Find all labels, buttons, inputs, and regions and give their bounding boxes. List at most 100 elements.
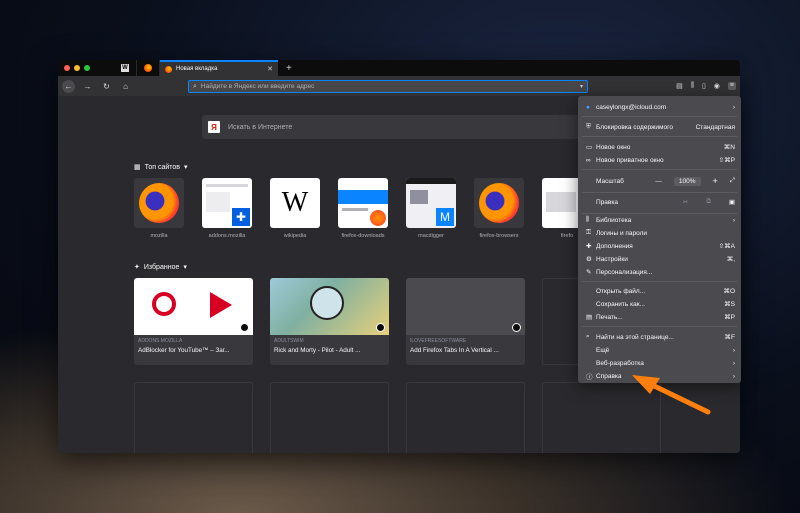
highlight-title: Add Firefox Tabs In A Vertical ... bbox=[410, 347, 499, 354]
menu-item-webdev[interactable]: Веб-разработка › bbox=[578, 357, 741, 369]
menu-item-open-file[interactable]: Открыть файл... ⌘O bbox=[578, 285, 741, 297]
window-controls bbox=[64, 65, 90, 71]
zoom-window-button[interactable] bbox=[84, 65, 90, 71]
top-site-tile[interactable]: M macdigger bbox=[406, 178, 456, 239]
highlight-card[interactable]: ADULTSWIM Rick and Morty - Pilot - Adult… bbox=[270, 278, 389, 365]
zoom-in-button[interactable]: + bbox=[713, 176, 718, 186]
menu-separator bbox=[582, 169, 737, 170]
cartoon-character-image bbox=[310, 286, 344, 320]
menu-item-content-blocking[interactable]: ⛨ Блокировка содержимого Стандартная bbox=[578, 121, 741, 133]
reload-icon: ↻ bbox=[103, 81, 110, 91]
top-site-tile[interactable]: mozilla bbox=[134, 178, 184, 239]
mask-icon: ∞ bbox=[586, 156, 591, 164]
menu-item-logins[interactable]: ⚿ Логины и пароли bbox=[578, 227, 741, 239]
menu-separator bbox=[582, 192, 737, 193]
top-site-label: firefox-browsers bbox=[479, 233, 519, 239]
top-site-tile[interactable]: firefox-downloads bbox=[338, 178, 388, 239]
menu-item-shortcut: ⌘F bbox=[724, 334, 735, 341]
tab-new-tab[interactable]: Новая вкладка ✕ bbox=[160, 60, 278, 76]
top-site-tile[interactable]: firefox-browsers bbox=[474, 178, 524, 239]
zoom-reset-button[interactable]: 100% bbox=[673, 176, 701, 186]
address-bar[interactable]: ⌕ Найдите в Яндекс или введите адрес ▾ bbox=[188, 80, 588, 93]
home-button[interactable]: ⌂ bbox=[119, 80, 132, 93]
toolbar-right: ▤ ⫼ ▯ ◉ ≡ bbox=[676, 82, 736, 90]
menu-separator bbox=[582, 116, 737, 117]
menu-item-label: Новое окно bbox=[596, 143, 631, 151]
highlights-title: Избранное bbox=[143, 263, 180, 271]
menu-item-label: Блокировка содержимого bbox=[596, 123, 673, 131]
reload-button[interactable]: ↻ bbox=[100, 80, 113, 93]
fullscreen-icon[interactable]: ⤢ bbox=[730, 177, 735, 185]
menu-item-library[interactable]: ⫼ Библиотека › bbox=[578, 214, 741, 226]
menu-item-print[interactable]: ▤ Печать... ⌘P bbox=[578, 311, 741, 323]
menu-item-more[interactable]: Ещё › bbox=[578, 344, 741, 356]
new-tab-button[interactable]: + bbox=[286, 63, 292, 74]
highlights-header[interactable]: ✦ Избранное ▾ bbox=[134, 263, 187, 272]
search-icon: ⌕ bbox=[586, 333, 590, 340]
zoom-out-button[interactable]: — bbox=[655, 178, 662, 185]
top-site-label: mozilla bbox=[150, 233, 168, 239]
paste-icon[interactable]: ▣ bbox=[729, 198, 735, 206]
close-window-button[interactable] bbox=[64, 65, 70, 71]
highlight-placeholder bbox=[270, 382, 389, 453]
library-icon[interactable]: ⫼ bbox=[691, 82, 694, 90]
printer-icon: ▤ bbox=[586, 314, 593, 321]
cut-icon[interactable]: ✂ bbox=[683, 198, 688, 206]
menu-item-label: Дополнения bbox=[596, 242, 633, 250]
top-sites-title: Топ сайтов bbox=[144, 163, 181, 171]
menu-item-shortcut: ⌘S bbox=[724, 301, 735, 308]
menu-item-label: Веб-разработка bbox=[596, 359, 644, 367]
wikipedia-favicon-icon: W bbox=[121, 64, 129, 72]
annotation-arrow bbox=[632, 375, 711, 415]
pinned-tab-firefox[interactable] bbox=[137, 60, 160, 76]
menu-item-label: Найти на этой странице... bbox=[596, 333, 674, 341]
minimize-window-button[interactable] bbox=[74, 65, 80, 71]
menu-item-edit: Правка ✂ ⧉ ▣ bbox=[578, 195, 741, 209]
close-tab-icon[interactable]: ✕ bbox=[267, 65, 273, 73]
menu-item-new-window[interactable]: ▭ Новое окно ⌘N bbox=[578, 141, 741, 153]
sidebar-icon[interactable]: ▯ bbox=[702, 82, 706, 90]
menu-item-label: Масштаб bbox=[596, 177, 624, 185]
menu-item-label: Ещё bbox=[596, 346, 610, 354]
menu-item-shortcut: ⇧⌘P bbox=[718, 157, 735, 164]
menu-item-label: caseylongx@icloud.com bbox=[596, 103, 667, 111]
chevron-right-icon: › bbox=[732, 216, 735, 224]
menu-item-customize[interactable]: ✎ Персонализация... bbox=[578, 266, 741, 278]
menu-item-settings[interactable]: ⚙ Настройки ⌘, bbox=[578, 253, 741, 265]
hamburger-menu-icon[interactable]: ≡ bbox=[727, 82, 736, 90]
highlight-card[interactable]: ILOVEFREESOFTWARE Add Firefox Tabs In A … bbox=[406, 278, 525, 365]
window-icon: ▭ bbox=[586, 144, 593, 151]
blocked-icon bbox=[152, 292, 176, 316]
top-site-label: wikipedia bbox=[283, 233, 307, 239]
menu-item-label: Логины и пароли bbox=[596, 229, 648, 237]
back-button[interactable]: ← bbox=[62, 79, 75, 93]
highlight-source: ADDONS.MOZILLA bbox=[138, 338, 183, 344]
top-site-tile[interactable]: W wikipedia bbox=[270, 178, 320, 239]
grid-icon: ▦ bbox=[134, 164, 141, 171]
menu-item-save-as[interactable]: Сохранить как... ⌘S bbox=[578, 298, 741, 310]
address-bar-placeholder: Найдите в Яндекс или введите адрес bbox=[200, 83, 315, 90]
menu-item-find[interactable]: ⌕ Найти на этой странице... ⌘F bbox=[578, 331, 741, 343]
pinned-tab-wikipedia[interactable]: W bbox=[114, 60, 137, 76]
web-search-box[interactable]: Я Искать в Интернете bbox=[202, 115, 580, 139]
printer-icon[interactable]: ▤ bbox=[676, 82, 683, 90]
copy-icon[interactable]: ⧉ bbox=[706, 198, 711, 206]
clock-icon bbox=[376, 323, 385, 332]
menu-item-label: Новое приватное окно bbox=[596, 156, 664, 164]
tab-title: Новая вкладка bbox=[176, 66, 218, 72]
menu-separator bbox=[582, 281, 737, 282]
menu-item-account[interactable]: ● caseylongx@icloud.com › bbox=[578, 101, 741, 113]
chevron-down-icon[interactable]: ▾ bbox=[580, 83, 583, 90]
chevron-right-icon: › bbox=[732, 372, 735, 380]
top-site-tile[interactable]: ✚ addons.mozilla bbox=[202, 178, 252, 239]
account-icon[interactable]: ◉ bbox=[714, 82, 720, 90]
menu-item-addons[interactable]: ✚ Дополнения ⇧⌘A bbox=[578, 240, 741, 252]
top-sites-header[interactable]: ▦ Топ сайтов ▾ bbox=[134, 163, 188, 172]
puzzle-icon: ✚ bbox=[586, 243, 592, 250]
help-icon: ⓘ bbox=[586, 374, 593, 381]
chevron-right-icon: › bbox=[732, 103, 735, 111]
highlight-card[interactable]: ADDONS.MOZILLA AdBlocker for YouTube™ – … bbox=[134, 278, 253, 365]
forward-button[interactable]: → bbox=[81, 80, 94, 93]
menu-item-private-window[interactable]: ∞ Новое приватное окно ⇧⌘P bbox=[578, 154, 741, 166]
menu-item-shortcut: ⌘, bbox=[726, 256, 735, 263]
